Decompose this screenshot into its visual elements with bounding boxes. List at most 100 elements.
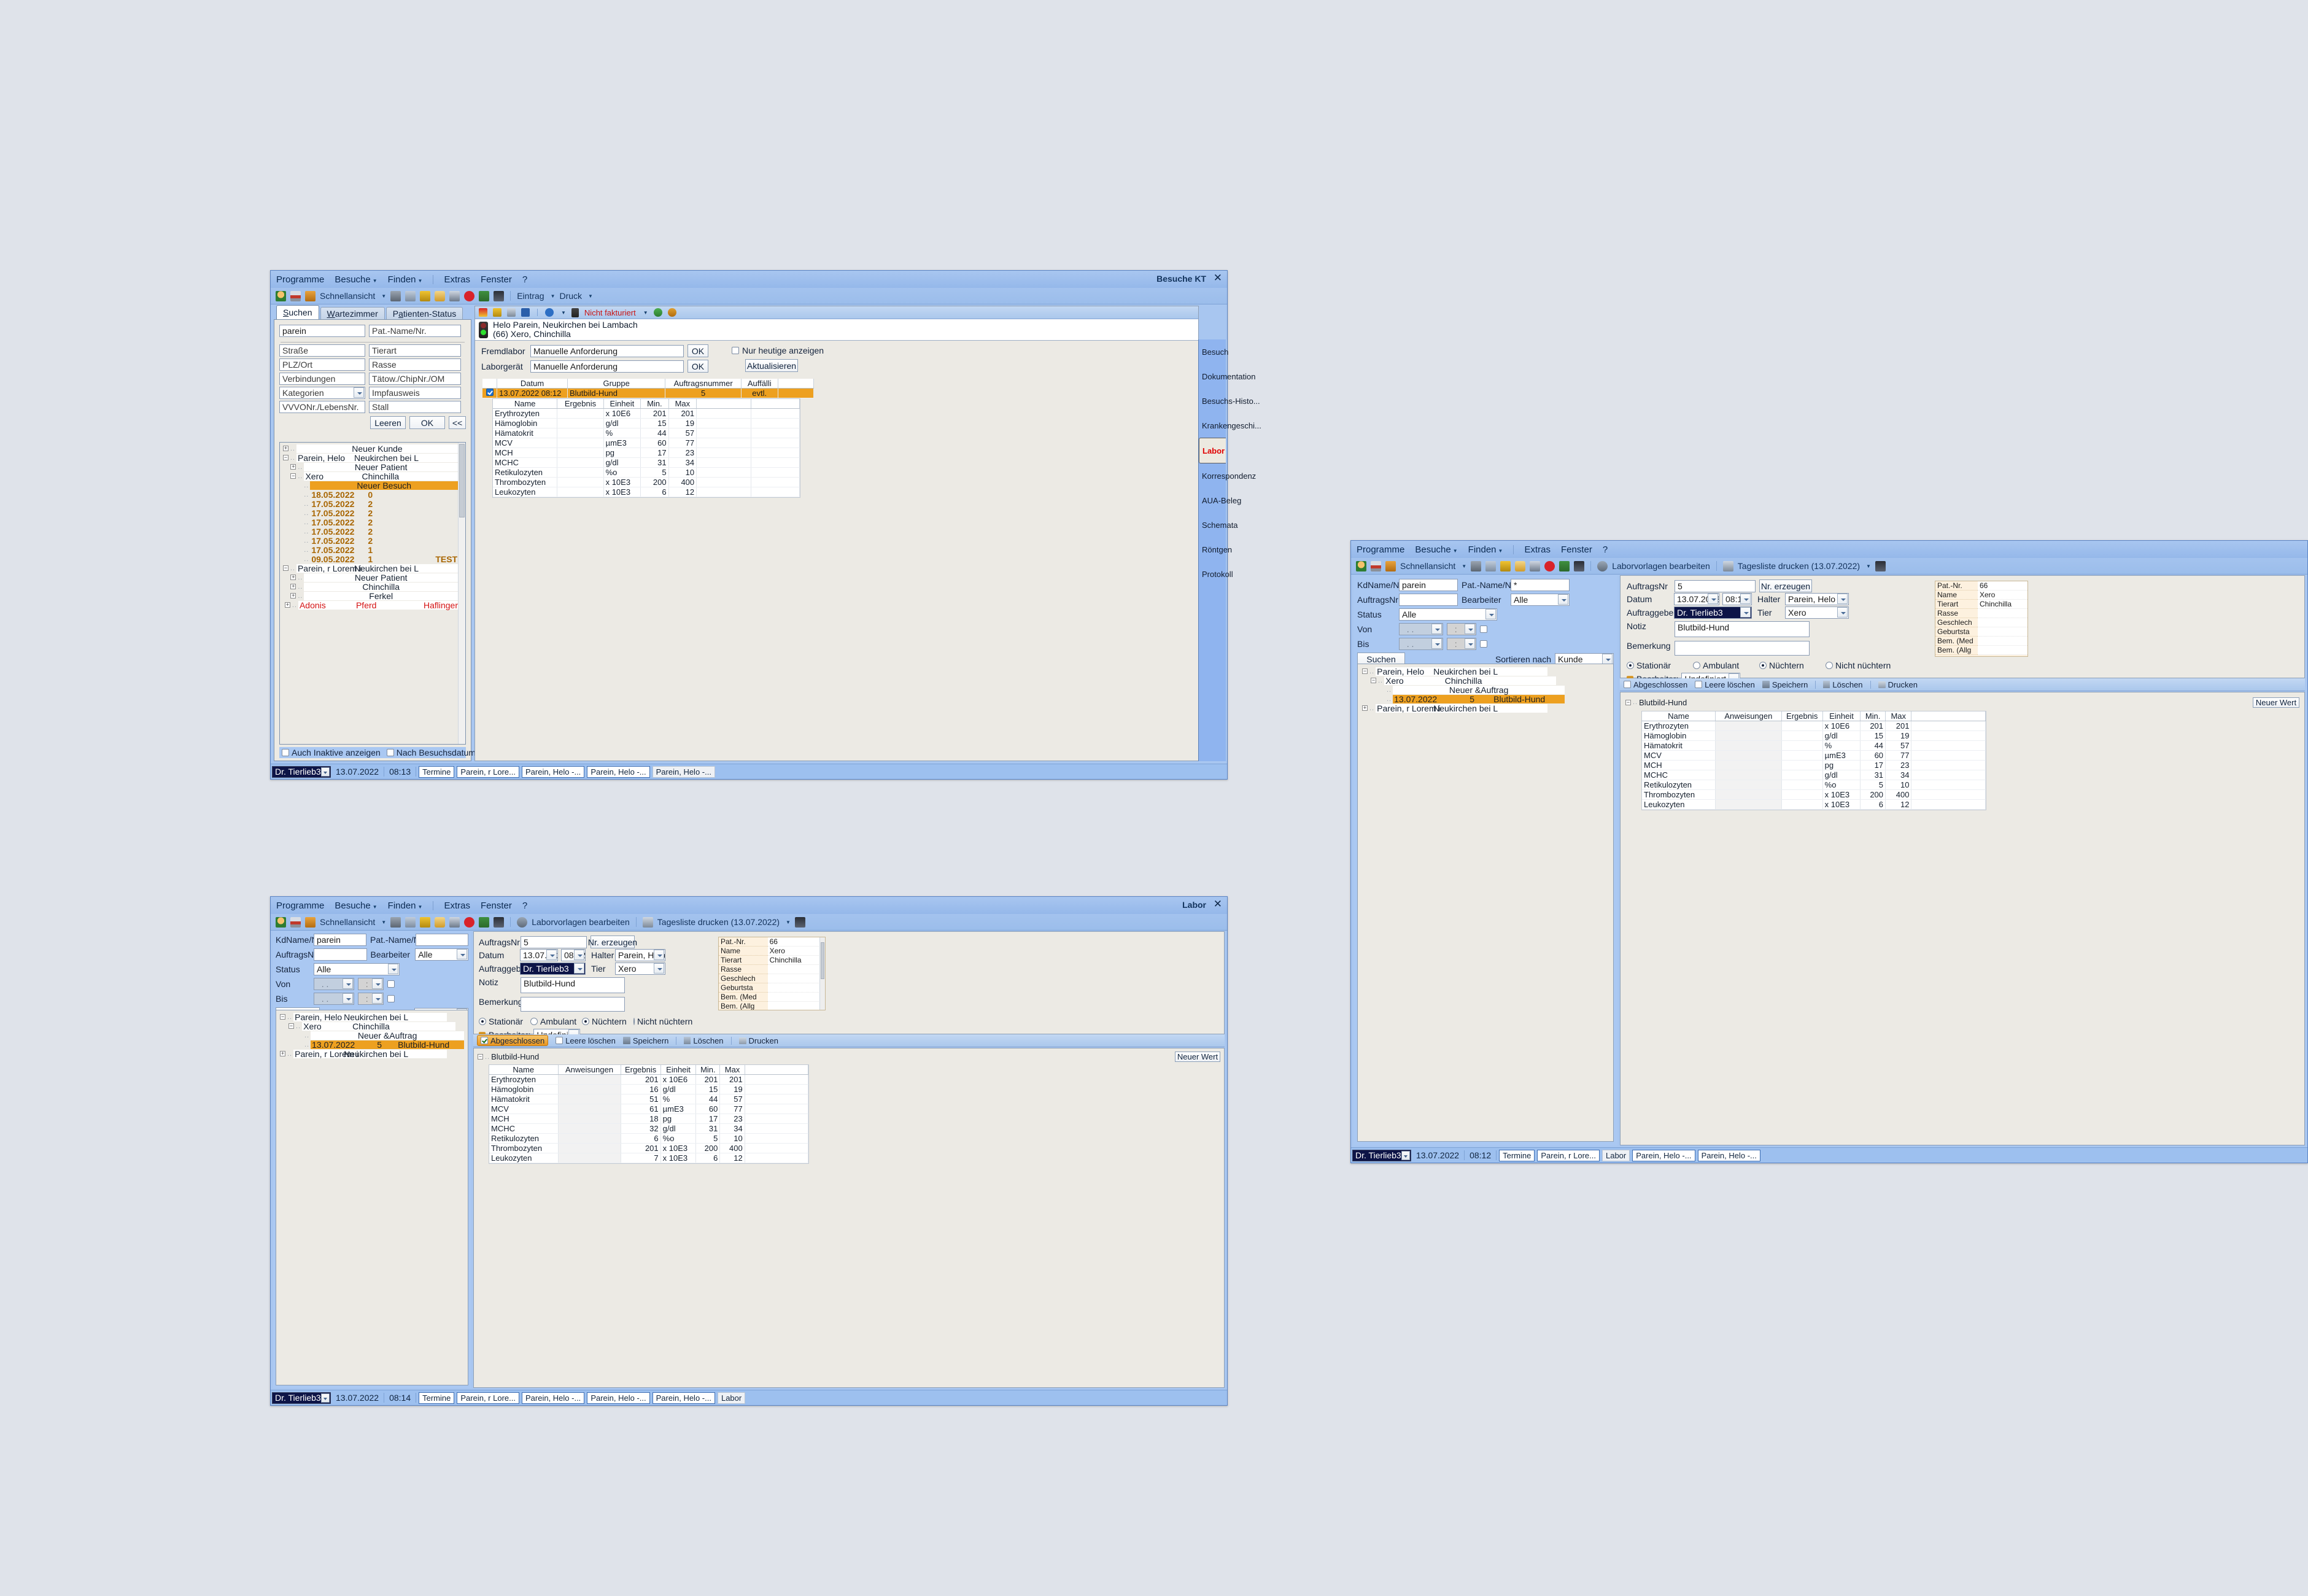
ok-button[interactable]: OK <box>409 416 445 429</box>
cell-ergebnis[interactable] <box>557 418 604 428</box>
table-row[interactable]: Retikulozyten %o 5 10 <box>1642 780 1986 790</box>
cell-ergebnis[interactable] <box>1781 740 1823 751</box>
table-row[interactable]: Thrombozyten x 10E3 200 400 <box>1642 789 1986 800</box>
drucken-button[interactable]: Drucken <box>1878 680 1918 689</box>
expand-icon[interactable]: + <box>290 584 296 589</box>
radio-option[interactable]: Stationär <box>1627 660 1693 670</box>
cell-ergebnis[interactable] <box>1781 760 1823 770</box>
cell-anweisungen[interactable] <box>558 1143 621 1153</box>
chevron-down-icon[interactable] <box>1485 609 1496 619</box>
sidenav-item-schemata[interactable]: Schemata <box>1199 513 1238 537</box>
radio-button[interactable] <box>1693 662 1700 669</box>
mail-icon[interactable] <box>435 290 446 301</box>
halter-select[interactable]: Parein, Helo <box>615 949 665 961</box>
table-row[interactable]: MCHC g/dl 31 34 <box>493 457 800 468</box>
chevron-down-icon[interactable] <box>1558 594 1568 605</box>
chevron-down-icon[interactable] <box>354 387 364 398</box>
refresh-icon[interactable] <box>653 308 662 317</box>
fremdlabor-ok-button[interactable]: OK <box>687 344 708 357</box>
halter-select[interactable]: Parein, Helo <box>1785 593 1849 605</box>
cart-icon[interactable] <box>464 916 475 928</box>
day-list-label[interactable]: Tagesliste drucken (13.07.2022) <box>1738 561 1860 571</box>
sidenav-item-protokoll[interactable]: Protokoll <box>1199 562 1233 586</box>
day-list-print-icon[interactable] <box>1722 560 1733 571</box>
cell-ergebnis[interactable] <box>1781 770 1823 780</box>
order-tree[interactable]: −.. Parein, Helo Neukirchen bei L −.. Xero Ch… <box>1357 664 1614 1142</box>
cell-anweisungen[interactable] <box>1715 799 1782 810</box>
result-grid[interactable]: Name Ergebnis Einheit Min. Max Erythrozyten x … <box>492 398 800 498</box>
table-row[interactable]: Hämoglobin 16 g/dl 15 19 <box>489 1084 809 1094</box>
taskbar-tab[interactable]: Parein, r Lore... <box>457 765 519 778</box>
auftragsnr-input[interactable] <box>314 948 367 961</box>
tier-select[interactable]: Xero <box>1785 606 1849 619</box>
close-icon[interactable]: ✕ <box>1214 273 1222 283</box>
bemerkung-textarea[interactable] <box>1675 641 1810 656</box>
cell-ergebnis[interactable] <box>557 467 604 478</box>
checkbox[interactable] <box>481 1037 488 1044</box>
collapse-icon[interactable]: − <box>290 473 296 479</box>
expand-icon[interactable]: + <box>280 1051 285 1056</box>
tree-row[interactable]: −.. Parein, r Lorem iNeukirchen bei L <box>281 564 458 573</box>
collapse-icon[interactable]: − <box>1371 678 1376 683</box>
tab-wartezimmer[interactable]: Wartezimmer <box>320 307 385 319</box>
chevron-down-icon[interactable] <box>321 767 330 777</box>
speichern-button[interactable]: Speichern <box>1762 680 1808 689</box>
table-row[interactable]: Leukozyten x 10E3 6 12 <box>493 487 800 497</box>
bis-date-input[interactable]: . . <box>1399 638 1443 650</box>
tree-filter-option[interactable]: Auch Inaktive anzeigen <box>282 748 381 757</box>
von-date-input[interactable]: . . <box>314 978 354 990</box>
tree-row[interactable]: −.. Xero Chinchilla <box>278 1021 466 1031</box>
tree-row[interactable]: .. 09.05.2022 1 TEST <box>281 554 458 564</box>
auftraggeber-select[interactable]: Dr. Tierlieb3 <box>1674 606 1752 619</box>
currency-icon[interactable] <box>420 290 431 301</box>
new-value-button[interactable]: Neuer Wert <box>2253 697 2299 708</box>
menu-item-[interactable]: ? <box>1603 544 1608 555</box>
cell-ergebnis[interactable] <box>1781 799 1823 810</box>
patient-card-scrollbar[interactable] <box>819 937 825 1010</box>
table-row[interactable]: Hämoglobin g/dl 15 19 <box>493 418 800 428</box>
quickview-label[interactable]: Schnellansicht <box>320 291 375 301</box>
speichern-button[interactable]: Speichern <box>622 1036 668 1045</box>
user-select[interactable]: Dr. Tierlieb3 <box>272 765 331 778</box>
invoice-icon[interactable] <box>479 308 487 317</box>
printer-card-icon[interactable] <box>1385 560 1396 571</box>
radio-option[interactable]: Stationär <box>479 1017 530 1026</box>
menu-item-finden[interactable]: Finden ▼ <box>1468 544 1503 555</box>
tree-scrollbar[interactable] <box>458 443 465 744</box>
print-menu-label[interactable]: Druck <box>559 291 582 301</box>
collapse-icon[interactable]: − <box>288 1023 294 1029</box>
chevron-down-icon[interactable]: ▼ <box>1462 564 1466 569</box>
table-row[interactable]: MCHC 32 g/dl 31 34 <box>489 1123 809 1134</box>
radio-option[interactable]: Ambulant <box>530 1017 582 1026</box>
bemerkung-textarea[interactable] <box>521 997 625 1012</box>
chevron-down-icon[interactable]: ▼ <box>551 293 556 299</box>
cell-ergebnis[interactable] <box>1781 789 1823 800</box>
cell-anweisungen[interactable] <box>1715 740 1782 751</box>
table-row[interactable]: MCH pg 17 23 <box>1642 760 1986 770</box>
sidenav-item-besuch[interactable]: Besuch <box>1199 339 1228 364</box>
lab-template-icon[interactable] <box>517 916 528 928</box>
tree-row[interactable]: .. Neuer Besuch <box>281 481 458 490</box>
mail-icon[interactable] <box>435 916 446 928</box>
tab-suchen[interactable]: Suchen <box>276 305 319 319</box>
table-row[interactable]: Retikulozyten 6 %o 5 10 <box>489 1133 809 1144</box>
menu-item-extras[interactable]: Extras <box>1524 544 1551 555</box>
cell-ergebnis[interactable] <box>557 428 604 438</box>
table-row[interactable]: MCH pg 17 23 <box>493 447 800 458</box>
menu-item-[interactable]: ? <box>522 274 527 285</box>
cart-icon[interactable] <box>1544 560 1555 571</box>
chevron-down-icon[interactable] <box>321 1393 330 1403</box>
tree-row[interactable]: .. Neuer &Auftrag <box>1360 685 1611 694</box>
radio-button[interactable] <box>582 1018 589 1025</box>
bis-enable-checkbox[interactable] <box>387 995 395 1002</box>
von-enable-checkbox[interactable] <box>1480 626 1487 633</box>
person-add-icon[interactable] <box>276 290 286 301</box>
user-select[interactable]: Dr. Tierlieb3 <box>272 1392 331 1404</box>
menu-item-finden[interactable]: Finden ▼ <box>388 901 423 911</box>
quickview-label[interactable]: Schnellansicht <box>320 917 375 927</box>
expand-icon[interactable]: + <box>290 593 296 598</box>
calculator-icon[interactable] <box>1574 560 1585 571</box>
leere-loeschen-toggle[interactable]: Leere löschen <box>556 1036 616 1045</box>
window-labor-1[interactable]: Programme Besuche ▼ Finden ▼ Extras Fenster? L… <box>270 896 1228 1406</box>
tier-select[interactable]: Xero <box>615 963 665 975</box>
